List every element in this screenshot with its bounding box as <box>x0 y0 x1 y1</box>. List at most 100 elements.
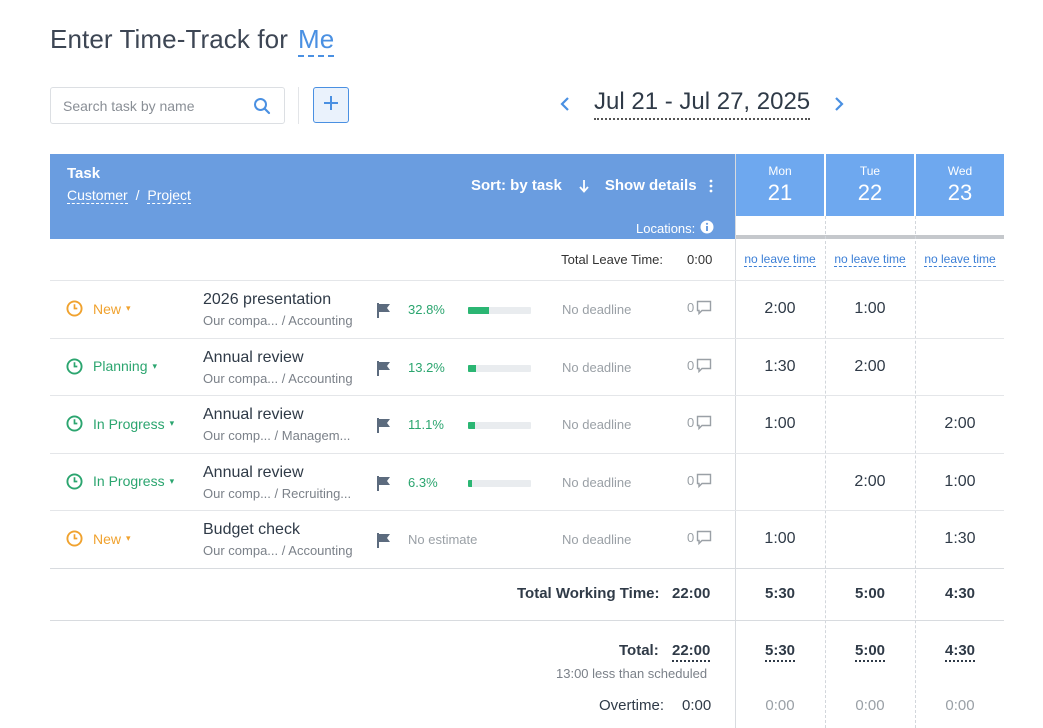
chevron-right-icon[interactable] <box>830 94 848 114</box>
project-sort-link[interactable]: Project <box>147 187 191 204</box>
search-input[interactable] <box>63 97 252 114</box>
time-cell[interactable]: 1:00 <box>916 473 1004 495</box>
flag-icon[interactable] <box>376 475 392 492</box>
show-details-button[interactable]: Show details <box>605 177 697 194</box>
day-name: Wed <box>947 164 973 178</box>
day-total-wrap: 4:30 <box>916 642 1004 662</box>
time-cell[interactable]: 1:30 <box>736 358 824 380</box>
comments-button[interactable]: 0 <box>687 473 712 488</box>
day-total-wrap: 5:00 <box>826 642 914 662</box>
status-dropdown[interactable]: New ▾ <box>66 300 131 317</box>
add-task-button[interactable] <box>313 87 349 123</box>
leave-time-value: 0:00 <box>687 252 713 267</box>
task-column-header: Task <box>67 165 101 182</box>
progress-bar <box>468 307 531 314</box>
time-cell[interactable] <box>826 415 914 437</box>
comment-count: 0 <box>687 415 695 430</box>
comment-icon <box>697 358 712 373</box>
flag-icon[interactable] <box>376 417 392 434</box>
time-cell[interactable]: 2:00 <box>916 415 1004 437</box>
time-cell[interactable] <box>826 530 914 552</box>
leave-time-cell[interactable]: no leave time <box>916 252 1004 267</box>
comments-button[interactable]: 0 <box>687 415 712 430</box>
customer-sort-link[interactable]: Customer <box>67 187 128 204</box>
time-cell[interactable] <box>736 473 824 495</box>
task-path: Our comp... / Recruiting... <box>203 486 351 501</box>
flag-icon[interactable] <box>376 532 392 549</box>
comments-button[interactable]: 0 <box>687 358 712 373</box>
progress-bar <box>468 364 531 372</box>
time-cell[interactable]: 2:00 <box>826 358 914 380</box>
status-dropdown[interactable]: In Progress ▾ <box>66 472 174 490</box>
status-label: In Progress <box>93 473 165 489</box>
time-cell[interactable] <box>916 358 1004 380</box>
leave-link[interactable]: no leave time <box>834 252 906 267</box>
time-cell[interactable]: 1:00 <box>826 300 914 322</box>
time-cell[interactable] <box>916 300 1004 322</box>
task-name[interactable]: Annual review <box>203 349 304 367</box>
status-dropdown[interactable]: New ▾ <box>66 530 131 547</box>
time-cell[interactable]: 1:30 <box>916 530 1004 552</box>
task-path: Our compa... / Accounting <box>203 313 353 328</box>
task-project: / Recruiting... <box>274 485 352 501</box>
more-options-icon[interactable] <box>707 179 715 193</box>
task-column-subheader: Customer / Project <box>67 187 191 204</box>
day-header-mon: Mon 21 <box>736 154 824 216</box>
task-project: / Accounting <box>281 543 353 558</box>
time-cell[interactable]: 1:00 <box>736 415 824 437</box>
day-total[interactable]: 5:30 <box>764 642 796 662</box>
time-cell[interactable]: 2:00 <box>736 300 824 322</box>
time-cell[interactable]: 2:00 <box>826 473 914 495</box>
page-title: Enter Time-Track for Me <box>50 24 335 57</box>
flag-icon[interactable] <box>376 360 392 377</box>
user-selector-link[interactable]: Me <box>297 24 335 57</box>
info-icon[interactable] <box>700 220 714 237</box>
row-divider <box>50 568 1004 569</box>
day-total[interactable]: 5:00 <box>854 642 886 662</box>
schedule-note: 13:00 less than scheduled <box>556 666 708 681</box>
leave-time-cell[interactable]: no leave time <box>826 252 914 267</box>
day-header-tue: Tue 22 <box>826 154 914 216</box>
total-value[interactable]: 22:00 <box>672 642 711 662</box>
overtime-value: 0:00 <box>682 697 712 714</box>
estimate-percent: 13.2% <box>408 359 445 375</box>
task-customer: Our compa... <box>203 313 279 328</box>
sort-direction-icon[interactable] <box>577 178 591 194</box>
flag-icon[interactable] <box>376 302 392 319</box>
sort-selector[interactable]: Sort: by task <box>471 177 562 194</box>
leave-link[interactable]: no leave time <box>924 252 996 267</box>
status-dropdown[interactable]: Planning ▾ <box>66 357 157 375</box>
overtime-day: 0:00 <box>855 697 885 714</box>
task-name[interactable]: Annual review <box>203 406 304 424</box>
total-working-value: 22:00 <box>672 585 711 602</box>
comments-button[interactable]: 0 <box>687 530 712 545</box>
task-name[interactable]: 2026 presentation <box>203 291 331 309</box>
chevron-left-icon[interactable] <box>556 94 574 114</box>
task-path: Our compa... / Accounting <box>203 371 353 386</box>
total-working-label: Total Working Time: <box>517 585 660 602</box>
leave-link[interactable]: no leave time <box>744 252 816 267</box>
date-range-picker[interactable]: Jul 21 - Jul 27, 2025 <box>594 88 811 120</box>
status-dropdown[interactable]: In Progress ▾ <box>66 415 174 432</box>
total-value-wrap: 22:00 <box>672 642 711 662</box>
row-divider <box>50 620 1004 621</box>
leave-time-cell[interactable]: no leave time <box>736 252 824 267</box>
caret-down-icon: ▾ <box>126 303 131 313</box>
working-day-total: 5:00 <box>854 585 886 602</box>
task-customer: Our comp... <box>203 485 271 501</box>
task-name[interactable]: Budget check <box>203 521 300 539</box>
progress-bar <box>468 479 531 487</box>
comments-button[interactable]: 0 <box>687 300 712 315</box>
task-path: Our comp... / Managem... <box>203 428 350 443</box>
search-icon[interactable] <box>252 96 272 116</box>
locations-text: Locations: <box>636 221 696 236</box>
task-row: In Progress ▾ Annual review Our comp... /… <box>50 454 1004 511</box>
table-header: Task Customer / Project Sort: by task Sh… <box>50 154 735 239</box>
day-total-wrap: 5:30 <box>736 642 824 662</box>
day-strip <box>915 235 1004 239</box>
day-total[interactable]: 4:30 <box>944 642 976 662</box>
day-date: 21 <box>767 180 793 205</box>
time-cell[interactable]: 1:00 <box>736 530 824 552</box>
estimate-text: No estimate <box>408 532 478 547</box>
task-name[interactable]: Annual review <box>203 464 304 482</box>
